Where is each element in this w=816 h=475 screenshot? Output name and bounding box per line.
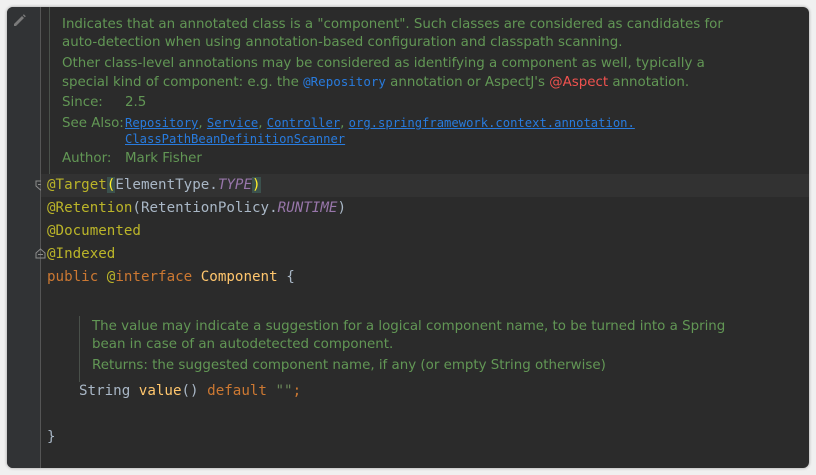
- code-line-close[interactable]: }: [47, 426, 56, 449]
- code-line-indexed[interactable]: @Indexed: [47, 243, 115, 266]
- see-also-link-scanner[interactable]: ClassPathBeanDefinitionScanner: [125, 132, 345, 146]
- doc-paragraph: Indicates that an annotated class is a "…: [62, 17, 723, 50]
- see-also-label: See Also:: [62, 116, 124, 131]
- string-token: "": [275, 383, 293, 399]
- repository-annotation-ref: @Repository: [303, 74, 386, 89]
- paren-token: ): [252, 177, 261, 193]
- code-token: ): [337, 200, 346, 216]
- class-name-token: Component: [200, 269, 278, 285]
- method-javadoc: The value may indicate a suggestion for …: [79, 316, 760, 382]
- method-doc-returns: Returns: the suggested component name, i…: [92, 358, 606, 373]
- see-also-separator: ,: [340, 116, 349, 131]
- keyword-token: public: [47, 269, 99, 285]
- pencil-icon[interactable]: [11, 12, 27, 28]
- method-doc-text: The value may indicate a suggestion for …: [92, 319, 726, 352]
- since-label: Since:: [62, 95, 103, 110]
- author-value: Mark Fisher: [125, 151, 202, 166]
- paren-token: (): [181, 383, 199, 399]
- code-line-interface[interactable]: public @interface Component {: [47, 266, 295, 289]
- code-token: (RetentionPolicy.: [132, 200, 278, 216]
- brace-token: }: [47, 429, 56, 445]
- code-line-retention[interactable]: @Retention(RetentionPolicy.RUNTIME): [47, 197, 346, 220]
- since-row: Since: 2.5: [62, 94, 146, 112]
- constant-token: RUNTIME: [277, 200, 338, 216]
- see-also-separator: ,: [198, 116, 207, 131]
- see-also-row-continued: ClassPathBeanDefinitionScanner: [125, 130, 345, 149]
- code-token: ElementType.: [115, 177, 218, 193]
- fold-marker-icon[interactable]: [35, 248, 46, 259]
- annotation-token: @Indexed: [47, 246, 116, 262]
- annotation-token: @Documented: [47, 223, 141, 239]
- editor-window: Indicates that an annotated class is a "…: [7, 7, 809, 468]
- see-also-separator: ,: [258, 116, 267, 131]
- doc-paragraph: Other class-level annotations may be con…: [62, 55, 742, 92]
- keyword-token: default: [207, 383, 267, 399]
- annotation-token: @Retention: [47, 200, 133, 216]
- class-javadoc: Indicates that an annotated class is a "…: [49, 7, 809, 177]
- see-also-link-repository[interactable]: Repository: [125, 116, 198, 130]
- brace-token: {: [286, 269, 295, 285]
- semicolon-token: ;: [292, 383, 302, 399]
- doc-text: annotation.: [608, 75, 690, 90]
- keyword-token: interface: [115, 269, 193, 285]
- since-value: 2.5: [125, 95, 147, 110]
- constant-token: TYPE: [217, 177, 253, 193]
- aspect-annotation-ref: @Aspect: [549, 75, 609, 90]
- type-token: String: [79, 383, 131, 399]
- code-line-documented[interactable]: @Documented: [47, 220, 141, 243]
- author-row: Author: Mark Fisher: [62, 150, 202, 168]
- see-also-link-package[interactable]: org.springframework.context.annotation.: [349, 116, 635, 130]
- editor-gutter: [7, 7, 46, 468]
- see-also-link-controller[interactable]: Controller: [267, 116, 340, 130]
- author-label: Author:: [62, 151, 112, 166]
- doc-text: annotation or AspectJ's: [385, 75, 550, 90]
- code-line-value[interactable]: String value() default "";: [79, 380, 301, 403]
- see-also-link-service[interactable]: Service: [207, 116, 258, 130]
- method-name-token: value: [138, 383, 182, 399]
- code-line-target[interactable]: @Target(ElementType.TYPE): [47, 174, 261, 197]
- annotation-token: @Target: [47, 177, 107, 193]
